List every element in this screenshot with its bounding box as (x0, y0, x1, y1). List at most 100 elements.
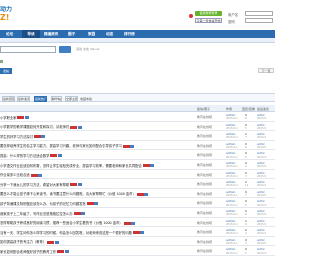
thread-title-text[interactable]: 孩子背诵课文特别慢应该怎么办，为孩子的记忆力问题发愁 (0, 202, 86, 206)
thread-title[interactable]: 分享一下我女儿的学习方法，希望对大家有帮助 (0, 182, 190, 187)
table-row[interactable]: 怎样帮助孩子养成良好的阅读习惯，推荐一些适合小学生看的书（价值 1000 金币）… (0, 218, 275, 228)
view-count: 9 (245, 155, 247, 159)
new-badge-icon (123, 221, 131, 225)
next-page-button[interactable]: 下一页 (258, 68, 274, 73)
username-input[interactable] (245, 11, 273, 16)
thread-title-text[interactable]: 家长如何配合老师做好孩子的教育工作 (0, 250, 56, 254)
table-row[interactable]: 分享一下我女儿的学习方法，希望对大家有帮助 教育在线吧 admin 2015-5-1 2… (0, 179, 275, 189)
thread-title-text[interactable]: 要怎么才能让孩子静下心来读书，读书要注意什么问题呢，请大家帮帮忙（价值 1000… (0, 192, 136, 196)
thread-title[interactable]: 要怎么才能让孩子静下心来读书，读书要注意什么问题呢，请大家帮帮忙（价值 1000… (0, 191, 190, 196)
new-post-button[interactable]: 发帖 (0, 68, 12, 74)
attachment-icon (64, 250, 69, 254)
thread-title-text[interactable]: 怎样帮助孩子养成良好的阅读习惯，推荐一些适合小学生看的书（价值 1000 金币） (0, 221, 123, 225)
thread-board[interactable]: 教育在线吧 (197, 211, 212, 215)
table-row[interactable]: 小学语文作业应该如何布置，怎样让学生轻松完成作业，提高学习效率，需要老师和家长共… (0, 160, 275, 170)
main-nav: 论坛 导读 精编资讯 圈子 家园 动态 排行榜 (0, 30, 275, 38)
nav-item-ranking[interactable]: 排行榜 (124, 30, 135, 38)
thread-title-text[interactable]: 当有一天，学生问你怎么样学习的时候，你会怎么回答呢，对老师来说这是一个很好的问题 (0, 231, 132, 235)
password-input[interactable] (245, 18, 273, 23)
thread-board[interactable]: 教育在线吧 (197, 153, 212, 157)
thread-title[interactable]: 学生的好学习方法探讨 (0, 134, 190, 139)
register-button[interactable]: 只需一步快速开始 (195, 18, 222, 23)
nav-item-feed[interactable]: 动态 (106, 30, 113, 38)
table-row[interactable]: 学生的好学习方法探讨 教育在线吧 admin 2015-5-1 1 7 admi 2015-5 (0, 131, 275, 141)
thread-board[interactable]: 教育在线吧 (197, 230, 212, 234)
thread-title[interactable]: 小学职业家 (0, 115, 190, 120)
thread-board[interactable]: 教育在线吧 (197, 201, 212, 205)
view-count: 4 (245, 232, 247, 236)
thread-title-text[interactable]: 如何提高孩子的专注力（教育） (0, 240, 46, 244)
thread-board[interactable]: 教育在线吧 (197, 240, 212, 244)
table-row[interactable]: 家长如何配合老师做好孩子的教育工作 教育在线吧 admin 2015-5-1 0 2 adm… (0, 246, 275, 256)
site-logo[interactable]: 动力 Z! (0, 6, 20, 22)
last-post-date: 2015-5 (257, 155, 267, 159)
table-row[interactable]: 要怎么才能让孩子静下心来读书，读书要注意什么问题呢，请大家帮帮忙（价值 1000… (0, 189, 275, 199)
table-row[interactable]: 我家孩子上二年级了，写作业总是拖拖拉拉怎么办 教育在线吧 admin 2015-5-1… (0, 208, 275, 218)
thread-title-text[interactable]: 提高：什么样的学习方法适合数学 (0, 154, 49, 158)
thread-date: 2015-5-1 (226, 232, 238, 236)
thread-title-text[interactable]: 作业量多少比较合适 (0, 173, 30, 177)
thread-board[interactable]: 教育在线吧 (197, 192, 212, 196)
thread-title[interactable]: 如何提高孩子的专注力（教育） (0, 239, 190, 244)
attachment-icon (41, 135, 46, 139)
table-row[interactable]: 小学数学的教学课题如何开发和探讨，请老师们 教育在线吧 admin 2015-5-1 0… (0, 122, 275, 132)
thread-title[interactable]: 我家孩子上二年级了，写作业总是拖拖拉拉怎么办 (0, 211, 190, 216)
nav-item-forum[interactable]: 论坛 (6, 30, 13, 38)
nav-item-news[interactable]: 精编资讯 (44, 30, 58, 38)
thread-title[interactable]: 家长如何配合老师做好孩子的教育工作 (0, 249, 190, 254)
thread-board[interactable]: 教育在线吧 (197, 144, 212, 148)
table-row[interactable]: 如何提高孩子的专注力（教育） 教育在线吧 admin 2015-5-1 0 3 admi 20… (0, 237, 275, 247)
thread-title[interactable]: 要怎样培养学生的自主学习能力，提高学习兴趣，老师与家长如何配合引导孩子学习 (0, 143, 190, 148)
tab-latest-post[interactable]: 最新发表 (17, 95, 30, 102)
nav-item-groups[interactable]: 圈子 (68, 30, 75, 38)
thread-board[interactable]: 教育在线吧 (197, 163, 212, 167)
thread-title-text[interactable]: 学生的好学习方法探讨 (0, 135, 33, 139)
col-board: 版块/圈子 (197, 106, 211, 111)
view-count: 2 (245, 251, 247, 255)
thread-toolbar: 发帖 下一页 (0, 67, 275, 85)
thread-title[interactable]: 小学语文作业应该如何布置，怎样让学生轻松完成作业，提高学习效率，需要老师和家长共… (0, 163, 190, 168)
thread-title[interactable]: 孩子背诵课文特别慢应该怎么办，为孩子的记忆力问题发愁 (0, 201, 190, 206)
home-icon[interactable] (0, 59, 3, 63)
thread-title[interactable]: 怎样帮助孩子养成良好的阅读习惯，推荐一些适合小学生看的书（价值 1000 金币） (0, 220, 190, 225)
nav-item-home[interactable]: 家园 (88, 30, 95, 38)
weibo-login-button[interactable]: 使用微博登录 (195, 11, 222, 16)
table-row[interactable]: 要怎样培养学生的自主学习能力，提高学习兴趣，老师与家长如何配合引导孩子学习 教育在… (0, 141, 275, 151)
thread-board[interactable]: 教育在线吧 (197, 221, 212, 225)
hot-search-words[interactable]: 活动 交友 discuz (76, 47, 99, 51)
tab-hot[interactable]: 最新热门 (34, 95, 47, 102)
table-row[interactable]: 作业量多少比较合适 教育在线吧 admin 2015-5-1 0 3 admi 2015-5 (0, 170, 275, 180)
thread-title[interactable]: 当有一天，学生问你怎么样学习的时候，你会怎么回答呢，对老师来说这是一个很好的问题 (0, 230, 190, 235)
thread-board[interactable]: 教育在线吧 (197, 115, 212, 119)
attachment-icon (144, 192, 149, 196)
thread-title[interactable]: 小学数学的教学课题如何开发和探讨，请老师们 (0, 124, 190, 129)
tab-digest[interactable]: 精华帖 (51, 95, 62, 102)
table-row[interactable]: 小学职业家 教育在线吧 admin 2015-5-1 0 8 admi 2015-5 (0, 112, 275, 122)
favorite-board-link[interactable]: 收藏本版 (80, 96, 94, 102)
search-button[interactable] (59, 46, 71, 53)
tab-all[interactable]: 全部主题 (65, 95, 78, 102)
last-post-date: 2015-5 (257, 193, 267, 197)
thread-title[interactable]: 提高：什么样的学习方法适合数学 (0, 153, 190, 158)
thread-board[interactable]: 教育在线吧 (197, 134, 212, 138)
thread-date: 2015-5-1 (226, 145, 238, 149)
thread-board[interactable]: 教育在线吧 (197, 125, 212, 129)
table-row[interactable]: 提高：什么样的学习方法适合数学 教育在线吧 admin 2015-5-1 0 9 admi 2… (0, 150, 275, 160)
view-count: 6 (245, 145, 247, 149)
thread-title-text[interactable]: 要怎样培养学生的自主学习能力，提高学习兴趣，老师与家长如何配合引导孩子学习 (0, 144, 122, 148)
thread-title-text[interactable]: 我家孩子上二年级了，写作业总是拖拖拉拉怎么办 (0, 212, 73, 216)
nav-item-guide[interactable]: 导读 (22, 30, 40, 38)
sub-nav (0, 38, 275, 43)
thread-title[interactable]: 作业量多少比较合适 (0, 172, 190, 177)
thread-title-text[interactable]: 小学职业家 (0, 116, 16, 120)
thread-title-text[interactable]: 分享一下我女儿的学习方法，希望对大家有帮助 (0, 183, 69, 187)
thread-title-text[interactable]: 小学语文作业应该如何布置，怎样让学生轻松完成作业，提高学习效率，需要老师和家长共… (0, 164, 142, 168)
table-row[interactable]: 当有一天，学生问你怎么样学习的时候，你会怎么回答呢，对老师来说这是一个很好的问题… (0, 227, 275, 237)
thread-board[interactable]: 教育在线吧 (197, 182, 212, 186)
search-input[interactable] (0, 46, 56, 53)
thread-board[interactable]: 教育在线吧 (197, 249, 212, 253)
tab-latest-reply[interactable]: 最新回复 (2, 95, 15, 102)
thread-title-text[interactable]: 小学数学的教学课题如何开发和探讨，请老师们 (0, 125, 69, 129)
table-row[interactable]: 孩子背诵课文特别慢应该怎么办，为孩子的记忆力问题发愁 教育在线吧 admin 2015… (0, 198, 275, 208)
thread-board[interactable]: 教育在线吧 (197, 173, 212, 177)
